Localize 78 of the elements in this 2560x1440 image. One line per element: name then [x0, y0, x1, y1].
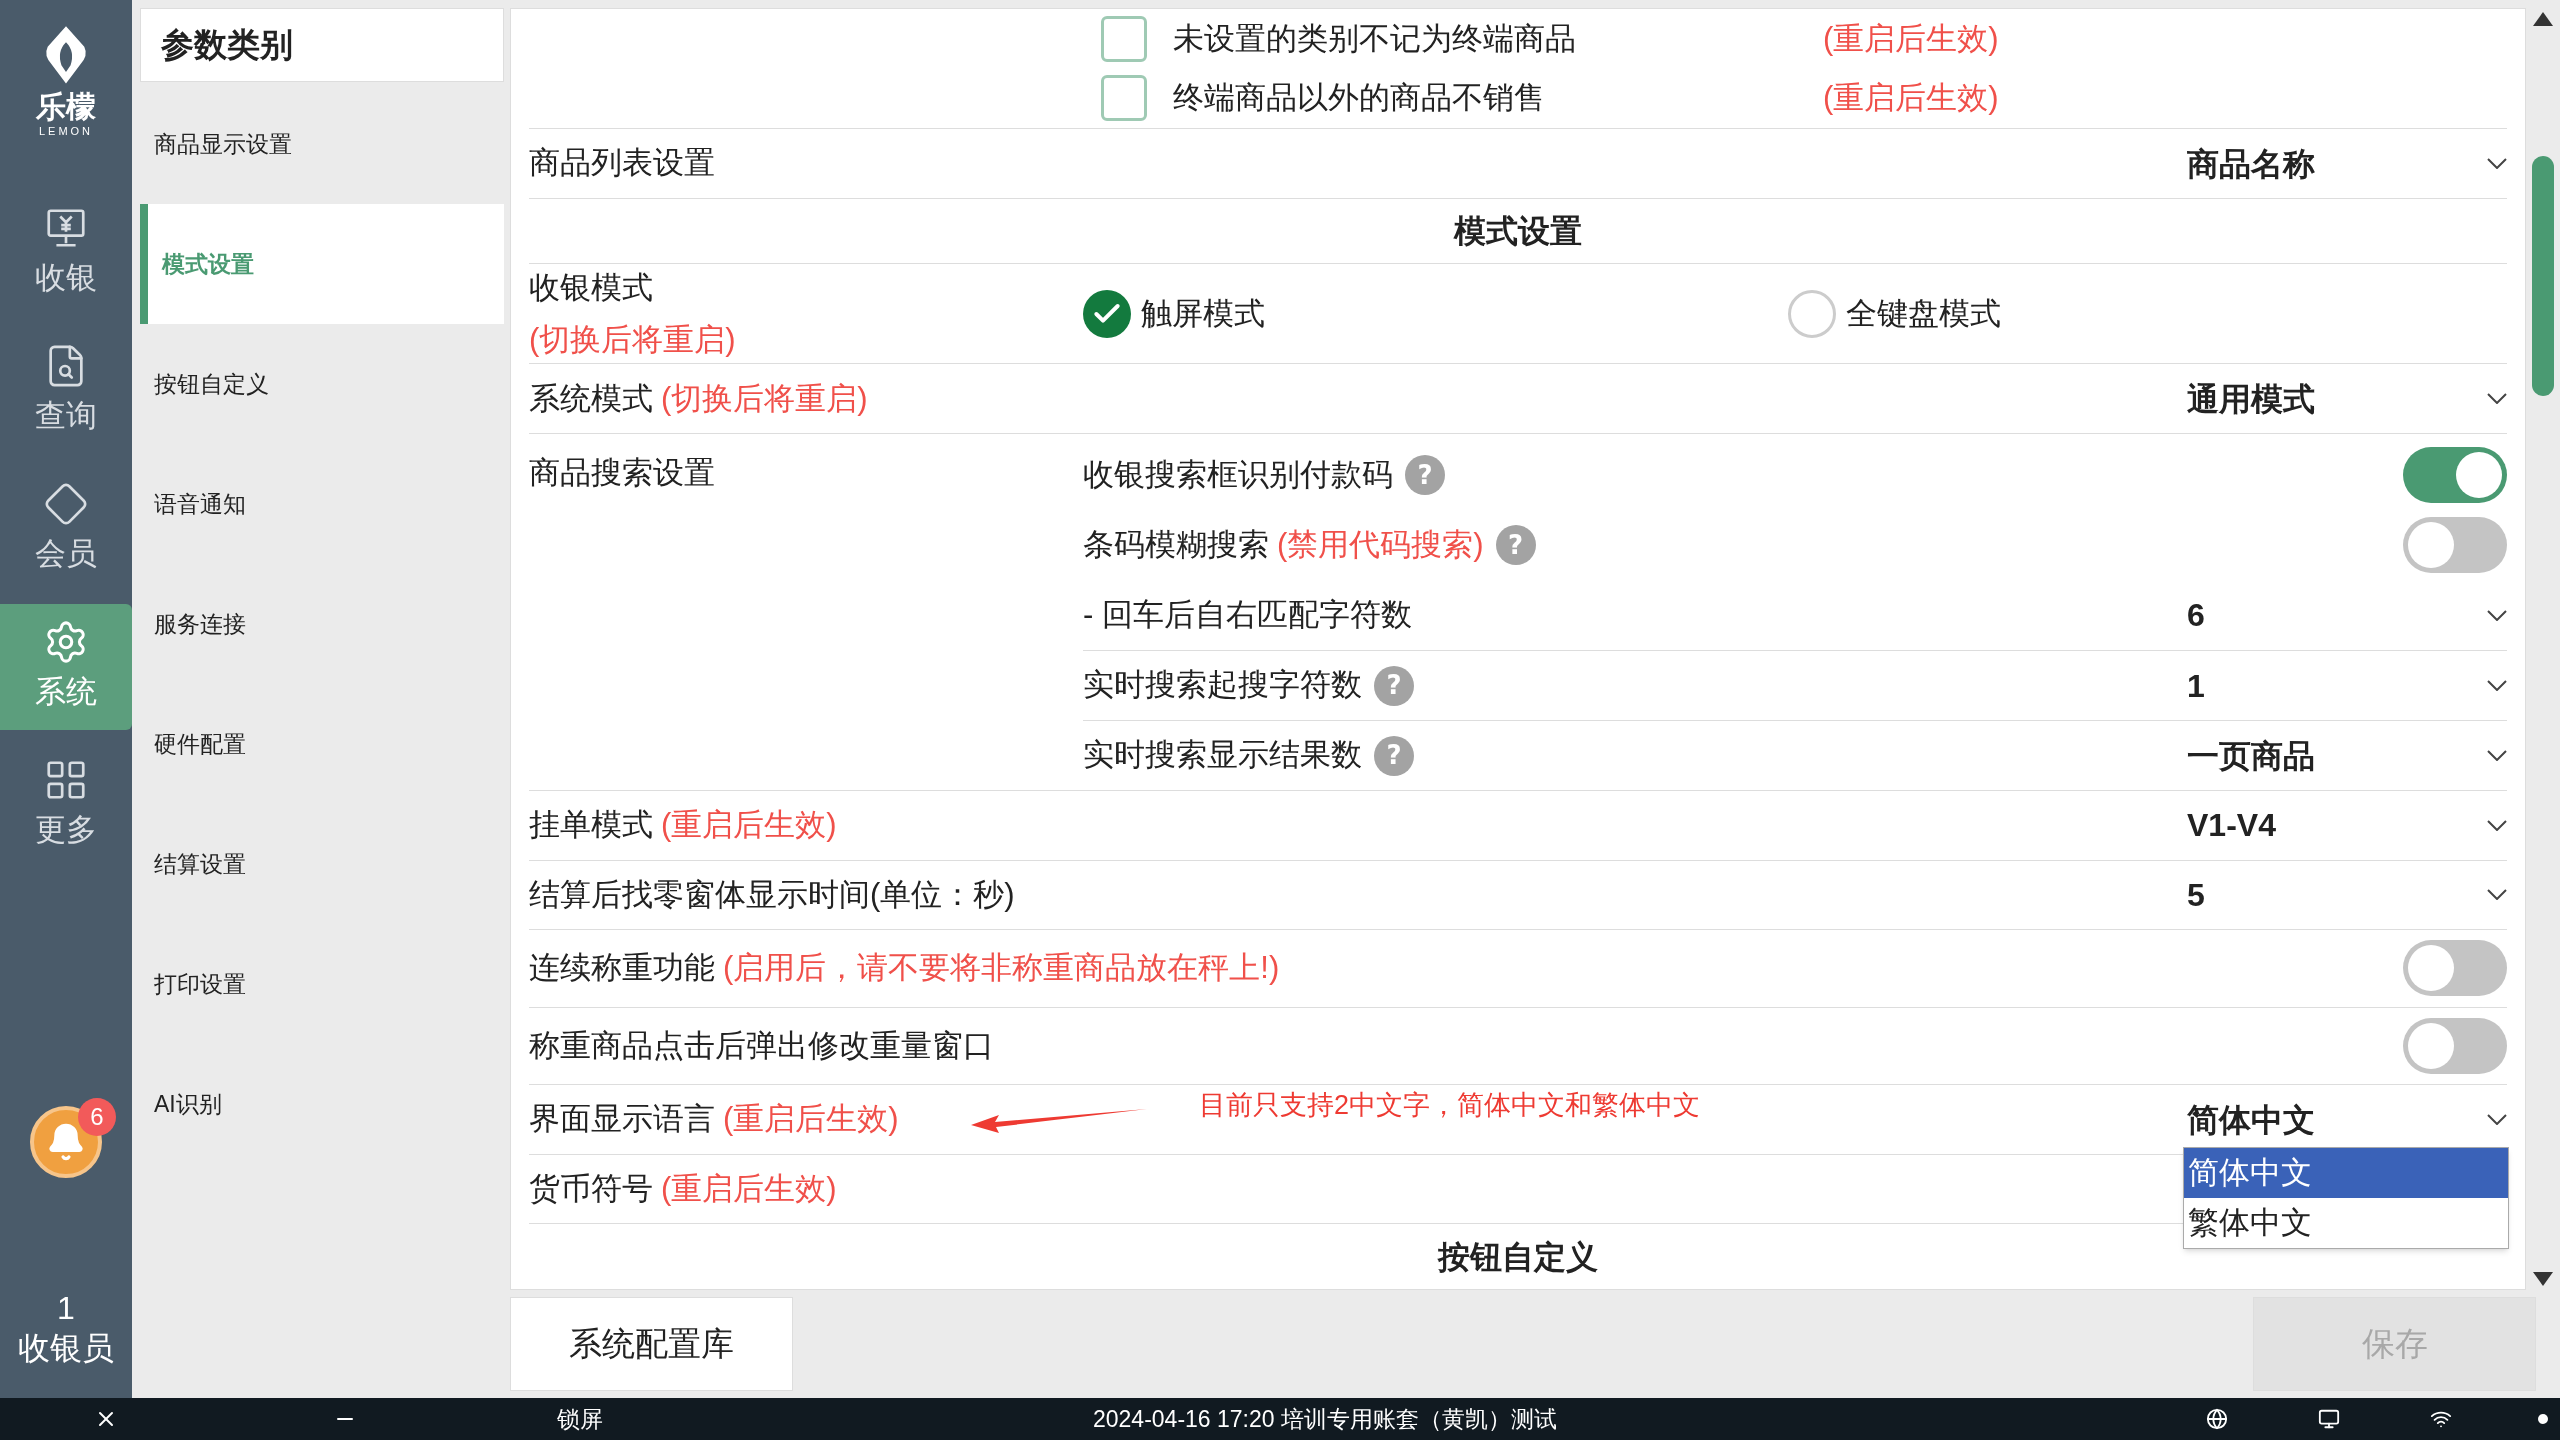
checkbox[interactable]	[1101, 15, 1147, 62]
chevron-icon	[2487, 1114, 2507, 1126]
monitor-icon[interactable]	[2318, 1408, 2340, 1430]
chevron-icon	[2487, 819, 2507, 831]
dropdown-option[interactable]: 繁体中文	[2184, 1198, 2508, 1249]
user-count: 1	[57, 1289, 75, 1328]
category-item[interactable]: 硬件配置	[140, 684, 504, 804]
category-item[interactable]: AI识别	[140, 1044, 504, 1164]
globe-icon[interactable]	[2206, 1408, 2228, 1430]
setting-label: 连续称重功能 (启用后，请不要将非称重商品放在秤上!)	[529, 949, 1281, 988]
nav-item[interactable]: 查询	[0, 328, 132, 454]
setting-label: 称重商品点击后弹出修改重量窗口	[529, 1026, 995, 1065]
hint-text: (重启后生效)	[1823, 79, 1999, 118]
setting-label: 实时搜索起搜字符数	[1083, 666, 1362, 705]
toggle-switch[interactable]	[2403, 1018, 2507, 1074]
hint-text: (重启后生效)	[661, 807, 837, 843]
setting-label: 货币符号 (重启后生效)	[529, 1169, 837, 1208]
brand-name: 乐檬	[36, 91, 96, 122]
setting-label: - 回车后自右匹配字符数	[1083, 595, 1412, 634]
chevron-icon	[2487, 609, 2507, 621]
setting-label: 商品搜索设置	[529, 454, 716, 493]
setting-label: 实时搜索显示结果数	[1083, 736, 1362, 775]
scroll-up-icon[interactable]	[2533, 12, 2553, 26]
value-dropdown[interactable]: 通用模式	[2187, 374, 2507, 423]
brand-subtitle: LEMON	[38, 125, 94, 137]
chevron-icon	[2487, 680, 2507, 692]
value-dropdown[interactable]: 1	[2187, 661, 2507, 710]
nav-item[interactable]: 收银	[0, 190, 132, 316]
category-title: 参数类别	[140, 8, 504, 82]
hint-text: (禁用代码搜索)	[1277, 526, 1484, 562]
checkbox-label: 未设置的类别不记为终端商品	[1173, 19, 1577, 58]
nav-item[interactable]: 会员	[0, 466, 132, 592]
chevron-icon	[2487, 750, 2507, 762]
notification-badge: 6	[78, 1098, 116, 1136]
hint-text: (重启后生效)	[661, 1170, 837, 1206]
category-item[interactable]: 服务连接	[140, 564, 504, 684]
value-dropdown[interactable]: 6	[2187, 591, 2507, 640]
setting-label: 条码模糊搜索 (禁用代码搜索)	[1083, 525, 1484, 564]
scrollbar-thumb[interactable]	[2532, 156, 2554, 396]
value-dropdown[interactable]: 简体中文	[2187, 1095, 2507, 1144]
hint-text: (切换后将重启)	[529, 320, 737, 359]
setting-label: 收银模式	[529, 268, 654, 307]
value-dropdown[interactable]: 一页商品	[2187, 731, 2507, 780]
radio-option[interactable]: 全键盘模式	[1788, 289, 2493, 338]
value-dropdown[interactable]: V1-V4	[2187, 801, 2507, 850]
value-dropdown[interactable]: 商品名称	[2187, 139, 2507, 188]
chevron-icon	[2487, 158, 2507, 170]
dropdown-option[interactable]: 简体中文	[2184, 1148, 2508, 1199]
checkbox-label: 终端商品以外的商品不销售	[1173, 79, 1546, 118]
setting-label: 系统模式 (切换后将重启)	[529, 379, 868, 418]
category-item[interactable]: 语音通知	[140, 444, 504, 564]
nav-item[interactable]: 更多	[0, 742, 132, 868]
radio-option[interactable]: 触屏模式	[1083, 289, 1788, 338]
chevron-icon	[2487, 889, 2507, 901]
category-item[interactable]: 商品显示设置	[140, 84, 504, 204]
setting-label: 收银搜索框识别付款码	[1083, 455, 1393, 494]
scroll-down-icon[interactable]	[2533, 1272, 2553, 1286]
category-item[interactable]: 结算设置	[140, 804, 504, 924]
hint-text: (重启后生效)	[723, 1101, 899, 1137]
category-item[interactable]: 按钮自定义	[140, 324, 504, 444]
hint-text: (切换后将重启)	[661, 380, 868, 416]
hint-text: (启用后，请不要将非称重商品放在秤上!)	[723, 950, 1280, 986]
value-dropdown[interactable]: 5	[2187, 870, 2507, 919]
setting-label: 挂单模式 (重启后生效)	[529, 806, 837, 845]
chevron-icon	[2487, 393, 2507, 405]
user-role: 收银员	[18, 1329, 114, 1368]
annotation-text: 目前只支持2中文字，简体中文和繁体中文	[1199, 1089, 1701, 1123]
section-header: 模式设置	[1454, 212, 1582, 252]
status-text: 2024-04-16 17:20 培训专用账套（黄凯）测试	[1093, 1404, 1557, 1434]
config-library-button[interactable]: 系统配置库	[510, 1297, 793, 1391]
setting-label: 界面显示语言 (重启后生效)	[529, 1100, 899, 1139]
setting-label: 结算后找零窗体显示时间(单位：秒)	[529, 875, 1015, 914]
checkbox[interactable]	[1101, 75, 1147, 122]
lock-screen-button[interactable]: 锁屏	[557, 1401, 603, 1437]
hint-text: (重启后生效)	[1823, 19, 1999, 58]
section-header: 按钮自定义	[1438, 1237, 1598, 1277]
setting-label: 商品列表设置	[529, 144, 715, 183]
category-item[interactable]: 打印设置	[140, 924, 504, 1044]
